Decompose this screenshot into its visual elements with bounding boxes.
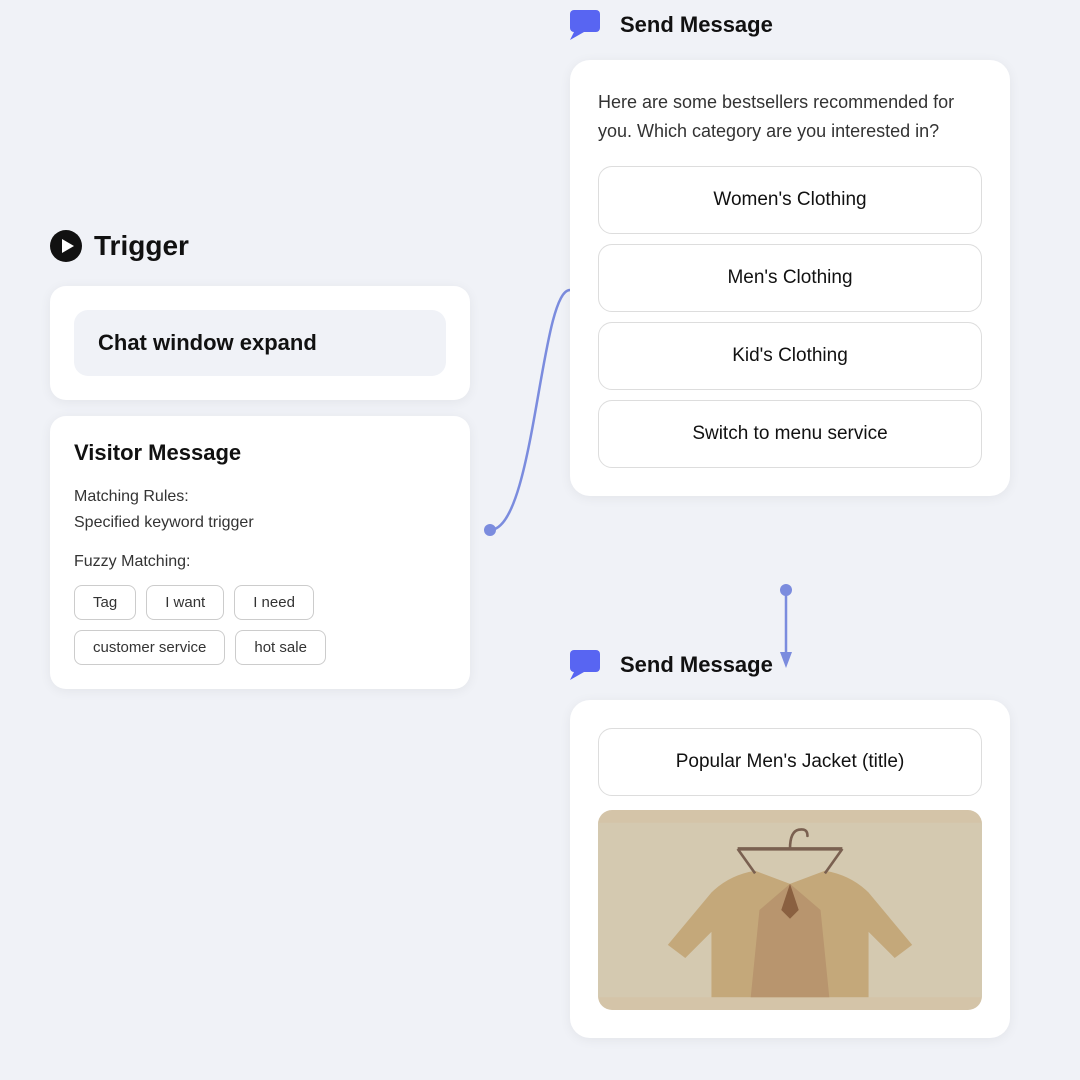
play-icon	[50, 230, 82, 262]
option-womens-clothing[interactable]: Women's Clothing	[598, 166, 982, 234]
chat-icon-2	[570, 650, 606, 680]
product-title-btn[interactable]: Popular Men's Jacket (title)	[598, 728, 982, 796]
visitor-card-title: Visitor Message	[74, 440, 446, 466]
tag-item[interactable]: Tag	[74, 585, 136, 620]
message-text: Here are some bestsellers recommended fo…	[598, 88, 982, 146]
option-mens-clothing[interactable]: Men's Clothing	[598, 244, 982, 312]
tag-item[interactable]: hot sale	[235, 630, 326, 665]
right-panel-second: Send Message Popular Men's Jacket (title…	[570, 650, 1010, 1038]
second-message-card: Popular Men's Jacket (title)	[570, 700, 1010, 1038]
fuzzy-matching-label: Fuzzy Matching:	[74, 553, 446, 571]
chat-window-card: Chat window expand	[74, 310, 446, 376]
tag-item[interactable]: I need	[234, 585, 314, 620]
second-send-message-header: Send Message	[570, 650, 1010, 680]
visitor-message-card: Visitor Message Matching Rules: Specifie…	[50, 416, 470, 689]
tag-item[interactable]: customer service	[74, 630, 225, 665]
send-message-header: Send Message	[570, 10, 1010, 40]
tags-row: Tag I want I need customer service hot s…	[74, 585, 446, 665]
right-panel-first: Send Message Here are some bestsellers r…	[570, 10, 1010, 496]
product-image	[598, 810, 982, 1010]
matching-rules-text: Matching Rules: Specified keyword trigge…	[74, 484, 446, 535]
left-panel: Trigger Chat window expand Visitor Messa…	[50, 230, 470, 705]
chat-icon	[570, 10, 606, 40]
chat-window-label: Chat window expand	[98, 330, 317, 355]
message-card: Here are some bestsellers recommended fo…	[570, 60, 1010, 496]
send-message-title: Send Message	[620, 12, 773, 38]
matching-rules-value: Specified keyword trigger	[74, 514, 254, 531]
tag-item[interactable]: I want	[146, 585, 224, 620]
option-kids-clothing[interactable]: Kid's Clothing	[598, 322, 982, 390]
option-menu-service[interactable]: Switch to menu service	[598, 400, 982, 468]
trigger-title: Trigger	[94, 230, 189, 262]
second-send-message-title: Send Message	[620, 652, 773, 678]
trigger-card: Chat window expand	[50, 286, 470, 400]
matching-rules-label: Matching Rules:	[74, 488, 189, 505]
trigger-header: Trigger	[50, 230, 470, 262]
